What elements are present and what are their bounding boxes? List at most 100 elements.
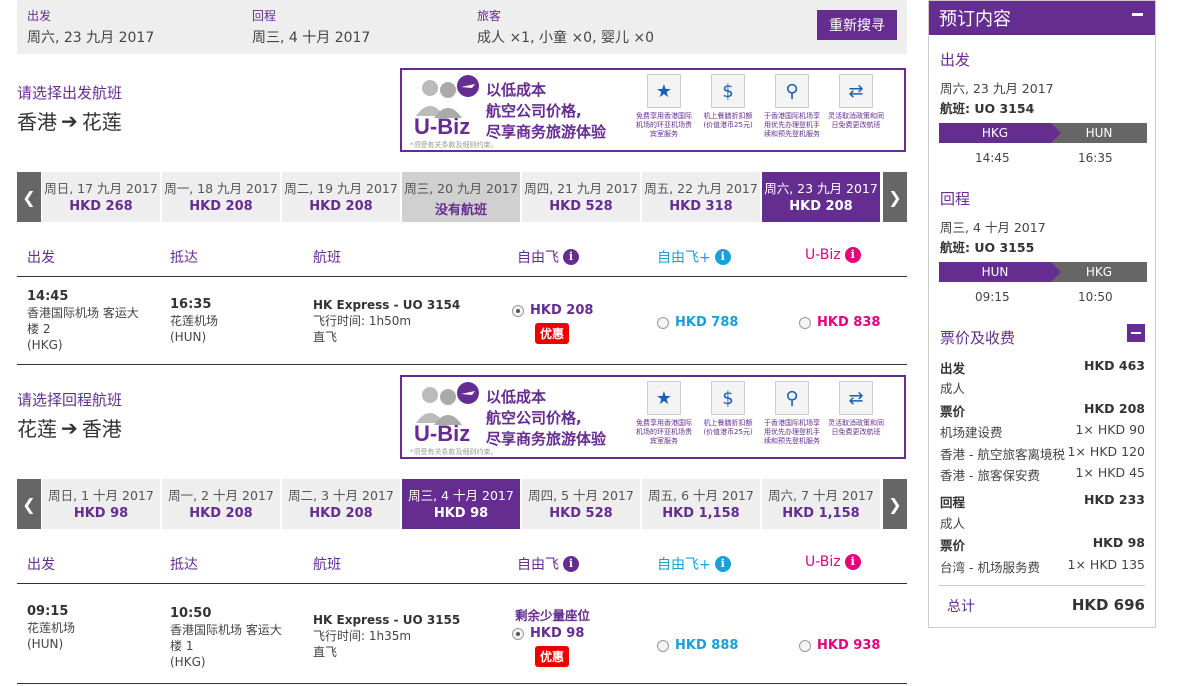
arrival-place: 香港国际机场 客运大 [170,623,282,637]
inbound-route-from: 花莲 [17,417,57,441]
summary-ret-date: 周三, 4 十月 2017 [940,220,1046,235]
ubiz-slogan: 以低成本 航空公司价格, 尽享商务旅游体验 [486,387,606,450]
outbound-results-header: 出发 抵达 航班 自由飞 i 自由飞+ i U-Biz i [17,237,907,277]
star-person-icon: ★ [647,381,681,415]
chevron-right-icon[interactable]: ❯ [883,479,907,529]
fees-title: 票价及收费 [940,329,1016,347]
column-label: 出发 [27,557,55,573]
info-icon[interactable]: i [714,249,731,265]
outbound-date-option[interactable]: 周日, 17 九月 2017 HKD 268 [42,172,160,222]
inbound-date-option[interactable]: 周六, 7 十月 2017 HKD 1,158 [762,479,880,529]
outbound-ubiz-banner[interactable]: U-Biz 以低成本 航空公司价格, 尽享商务旅游体验 *须受有关条款及细则约束。 ★ 免费… [400,68,906,152]
inbound-date-option[interactable]: 周一, 2 十月 2017 HKD 208 [162,479,280,529]
info-icon[interactable]: i [844,247,861,263]
inbound-date-option[interactable]: 周四, 5 十月 2017 HKD 528 [522,479,640,529]
inbound-flight-row[interactable]: 09:15 花莲机场 (HUN) 10:50 香港国际机场 客运大楼 1 (HKG) HK … [17,584,907,684]
column-fare2[interactable]: 自由飞+ i [657,554,731,574]
inbound-ubiz-banner[interactable]: U-Biz 以低成本 航空公司价格, 尽享商务旅游体验 *须受有关条款及细则约束。 ★ 免费… [400,375,906,459]
fare-price: HKD 838 [817,315,881,330]
fees-out-fare: HKD 208 [1084,401,1145,416]
money-icon: $ [711,74,745,108]
column-flight: 航班 [313,554,341,574]
summary-out-dep: 14:45 [975,151,1010,165]
booking-summary-panel: 预订内容 出发 周六, 23 九月 2017 航班: UO 3154 HUN H… [928,0,1156,628]
column-label: 抵达 [170,250,198,266]
ubiz-feature-text: 于香港国际机场享用优先办理登机手续和预先登机服务 [764,112,820,138]
fare-radio[interactable] [657,639,669,652]
research-button[interactable]: 重新搜寻 [817,10,897,40]
outbound-date-option[interactable]: 周六, 23 九月 2017 HKD 208 [762,172,880,222]
flight-number: HK Express - UO 3154 [313,298,461,312]
outbound-date-option[interactable]: 周四, 21 九月 2017 HKD 528 [522,172,640,222]
fare-option-fare2[interactable]: HKD 788 [657,315,738,330]
fare-radio[interactable] [657,316,669,329]
inbound-date-option[interactable]: 周五, 6 十月 2017 HKD 1,158 [642,479,760,529]
departure-place: 花莲机场 [27,621,76,635]
info-icon[interactable]: i [563,249,579,265]
column-fare1[interactable]: 自由飞 i [517,554,579,574]
info-icon[interactable]: i [844,554,861,570]
outbound-flight-row[interactable]: 14:45 香港国际机场 客运大楼 2 (HKG) 16:35 花莲机场 (HUN) HK … [17,277,907,365]
column-fare1[interactable]: 自由飞 i [517,247,579,267]
column-fare3[interactable]: U-Biz i [805,247,861,263]
column-fare3[interactable]: U-Biz i [805,554,861,570]
fare-radio[interactable] [512,304,524,317]
return-date-field: 回程 周三, 4 十月 2017 [252,7,370,47]
ubiz-feature-text: 灵活取消政策和同日免费更改航班 [828,112,884,129]
promo-badge: 优惠 [535,646,570,667]
outbound-date-option[interactable]: 周三, 20 九月 2017 没有航班 [402,172,520,222]
date-option-date: 周四, 21 九月 2017 [524,181,638,196]
outbound-date-option[interactable]: 周一, 18 九月 2017 HKD 208 [162,172,280,222]
flight-duration: 飞行时间: 1h35m [313,629,412,643]
fare-radio[interactable] [512,627,524,640]
arrival-place: 楼 1 [170,639,194,653]
column-label: U-Biz [805,554,841,570]
fare-option-fare1[interactable]: HKD 98 [512,626,584,641]
ubiz-feature-text: 免费享用香港国际机场的环亚机场贵宾室服务 [636,112,692,138]
return-value: 周三, 4 十月 2017 [252,30,371,46]
collapse-icon[interactable] [1132,13,1143,16]
fare-option-fare3[interactable]: HKD 938 [799,638,880,653]
outbound-date-option[interactable]: 周二, 19 九月 2017 HKD 208 [282,172,400,222]
passenger-value: 成人 ×1, 小童 ×0, 婴儿 ×0 [477,30,655,46]
date-option-date: 周三, 20 九月 2017 [404,181,518,196]
column-arrive: 抵达 [170,554,198,574]
inbound-date-option[interactable]: 周二, 3 十月 2017 HKD 208 [282,479,400,529]
chevron-right-icon[interactable]: ❯ [883,172,907,222]
summary-out-date: 周六, 23 九月 2017 [940,81,1054,96]
fare-price: HKD 788 [675,315,739,330]
fare-radio[interactable] [799,639,811,652]
ubiz-brand-text: U-Biz [414,421,471,446]
ubiz-slogan-line: 航空公司价格, [486,409,582,427]
fare-option-fare1[interactable]: HKD 208 [512,303,593,318]
outbound-date-option[interactable]: 周五, 22 九月 2017 HKD 318 [642,172,760,222]
info-icon[interactable]: i [563,556,579,572]
date-option-price: HKD 98 [73,506,129,521]
column-label: 航班 [313,557,341,573]
star-person-icon: ★ [647,74,681,108]
inbound-date-option[interactable]: 周日, 1 十月 2017 HKD 98 [42,479,160,529]
fees-out-fee1-label: 机场建设费 [940,425,1003,440]
date-option-date: 周三, 4 十月 2017 [408,488,514,503]
chevron-left-icon[interactable]: ❮ [17,172,41,222]
date-option-price: HKD 208 [189,199,253,214]
outbound-route-to: 花莲 [81,110,122,134]
arrow-right-icon: ➔ [61,108,78,133]
fare-option-fare2[interactable]: HKD 888 [657,638,738,653]
fees-out-total: HKD 463 [1084,358,1145,373]
summary-header[interactable]: 预订内容 [929,1,1155,35]
inbound-date-option[interactable]: 周三, 4 十月 2017 HKD 98 [402,479,520,529]
departure-place: 香港国际机场 客运大 [27,306,139,320]
column-label: 自由飞 [517,250,559,266]
fees-collapse-icon[interactable] [1127,324,1145,342]
fare-radio[interactable] [799,316,811,329]
fees-out-fee1: 1× HKD 90 [1075,422,1145,437]
change-icon: ⇄ [839,381,873,415]
ubiz-feature-text: 机上餐膳折扣额 (价值港币25元) [703,112,753,129]
info-icon[interactable]: i [714,556,731,572]
departure-place: 楼 2 [27,322,51,336]
fare-option-fare3[interactable]: HKD 838 [799,315,880,330]
chevron-left-icon[interactable]: ❮ [17,479,41,529]
column-fare2[interactable]: 自由飞+ i [657,247,731,267]
fees-out-fare-label: 票价 [940,404,966,419]
